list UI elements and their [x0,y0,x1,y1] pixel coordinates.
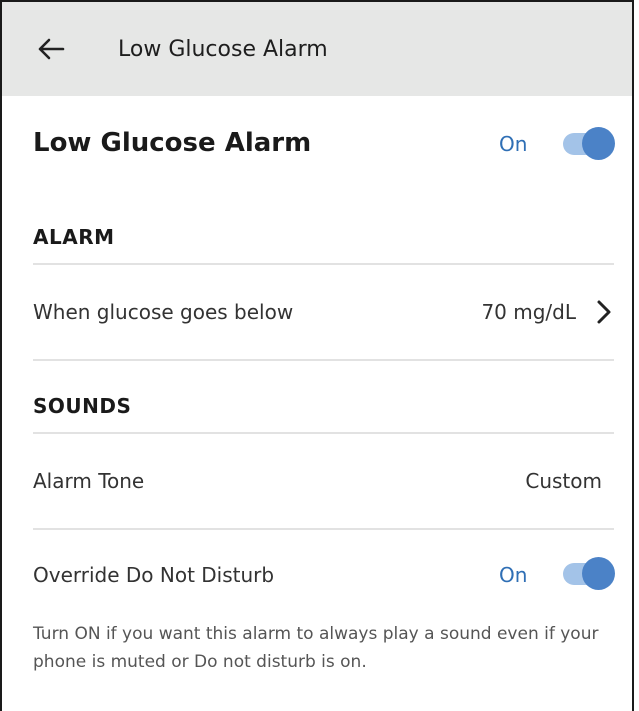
page-title: Low Glucose Alarm [33,128,312,158]
sounds-section-header: SOUNDS [2,361,632,432]
threshold-label: When glucose goes below [33,300,294,324]
section-title-alarm: ALARM [33,225,115,249]
section-title-sounds: SOUNDS [33,394,132,418]
glucose-threshold-row[interactable]: When glucose goes below 70 mg/dL [2,265,632,359]
alarm-tone-label: Alarm Tone [33,469,145,493]
app-bar-title: Low Glucose Alarm [118,36,328,62]
override-dnd-toggle[interactable] [563,557,615,593]
override-dnd-row: Override Do Not Disturb On [2,530,632,620]
threshold-value: 70 mg/dL [481,300,576,324]
toggle-thumb [582,127,615,160]
alarm-tone-row[interactable]: Alarm Tone Custom [2,434,632,528]
alarm-tone-value: Custom [525,469,602,493]
alarm-section-header: ALARM [2,192,632,263]
override-dnd-state-label: On [499,563,528,587]
alarm-state-label: On [499,132,528,156]
toggle-thumb [582,557,615,590]
screen: Low Glucose Alarm Low Glucose Alarm On A… [0,0,634,711]
chevron-right-icon [597,300,611,324]
arrow-left-icon [38,38,65,60]
alarm-toggle[interactable] [563,127,615,163]
alarm-master-row: Low Glucose Alarm On [2,96,632,192]
back-button[interactable] [34,32,68,66]
override-dnd-help-text: Turn ON if you want this alarm to always… [33,624,599,672]
override-dnd-label: Override Do Not Disturb [33,563,275,587]
app-bar: Low Glucose Alarm [2,2,632,96]
